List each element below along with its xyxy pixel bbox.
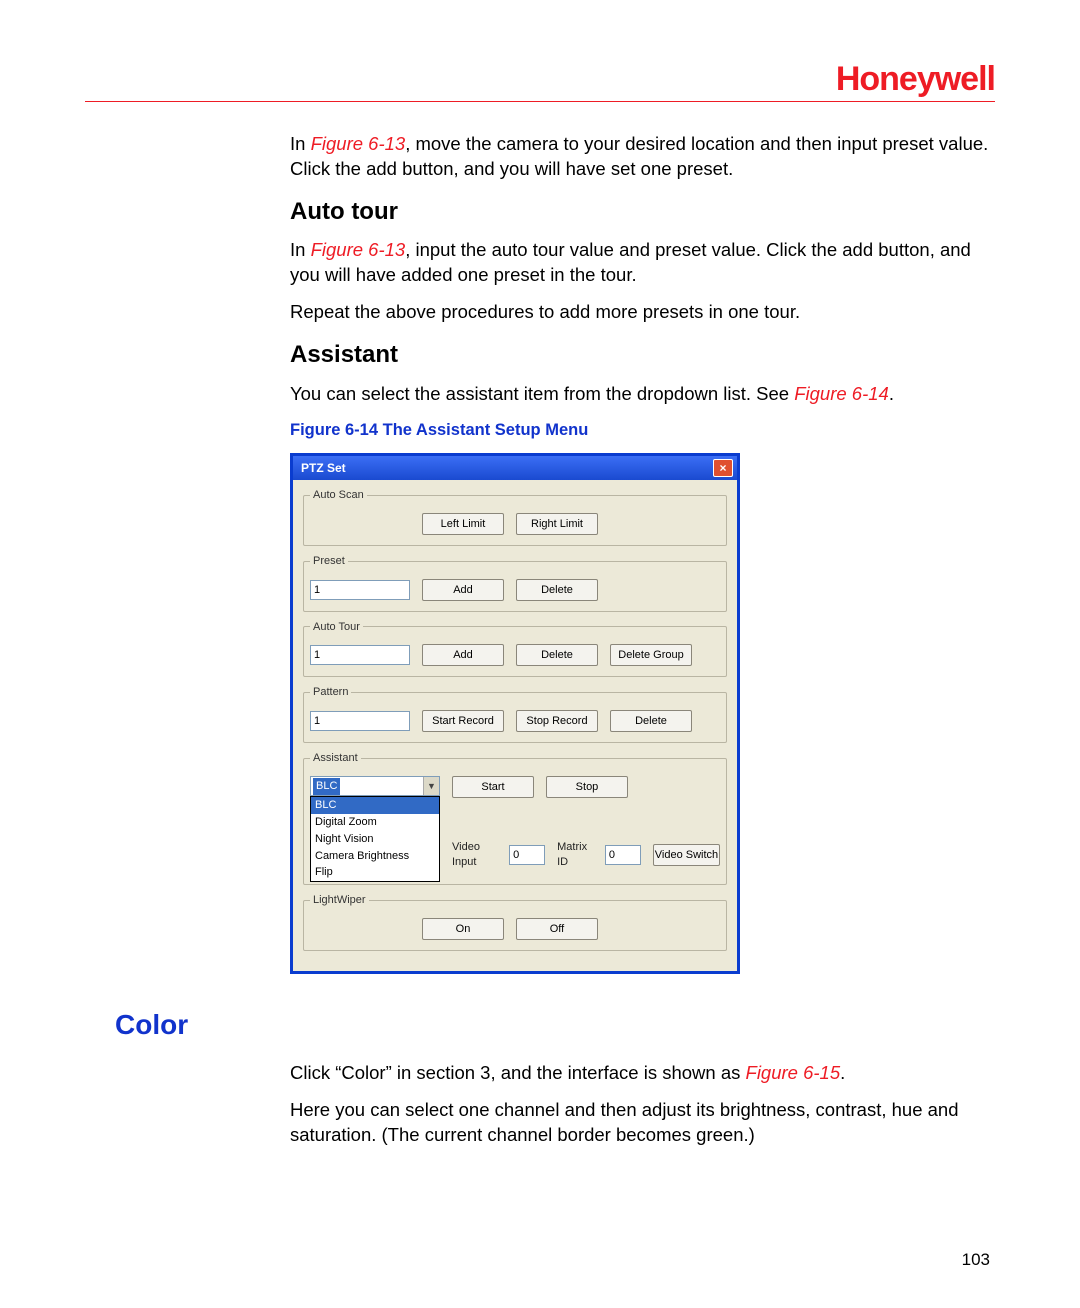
legend-auto-scan: Auto Scan	[310, 488, 367, 503]
autotour-add-button[interactable]: Add	[422, 644, 504, 666]
text: You can select the assistant item from t…	[290, 383, 794, 404]
assistant-start-button[interactable]: Start	[452, 776, 534, 798]
brand-logo: Honeywell	[836, 60, 995, 99]
close-icon: ×	[719, 460, 726, 476]
text: .	[889, 383, 894, 404]
page-header: Honeywell	[85, 60, 995, 102]
autotour-delete-group-button[interactable]: Delete Group	[610, 644, 692, 666]
lightwiper-on-button[interactable]: On	[422, 918, 504, 940]
figure-ref: Figure 6-15	[746, 1062, 841, 1083]
start-record-button[interactable]: Start Record	[422, 710, 504, 732]
group-assistant: Assistant BLC ▼ BLC Digital Zoom Night V…	[303, 751, 727, 885]
assistant-dropdown-list[interactable]: BLC Digital Zoom Night Vision Camera Bri…	[310, 796, 440, 882]
text: In	[290, 239, 311, 260]
pattern-delete-button[interactable]: Delete	[610, 710, 692, 732]
assistant-option-blc[interactable]: BLC	[311, 797, 439, 814]
stop-record-button[interactable]: Stop Record	[516, 710, 598, 732]
legend-pattern: Pattern	[310, 685, 351, 700]
legend-assistant: Assistant	[310, 751, 361, 766]
text: In	[290, 133, 311, 154]
figure-ref: Figure 6-13	[311, 133, 406, 154]
preset-delete-button[interactable]: Delete	[516, 579, 598, 601]
video-input-field[interactable]	[509, 845, 545, 865]
dialog-titlebar[interactable]: PTZ Set ×	[293, 456, 737, 480]
figure-ref: Figure 6-13	[311, 239, 406, 260]
chevron-down-icon: ▼	[423, 777, 439, 795]
group-preset: Preset Add Delete	[303, 554, 727, 612]
page-number: 103	[962, 1250, 990, 1270]
color-p1: Click “Color” in section 3, and the inte…	[290, 1061, 995, 1086]
assistant-option-camera-brightness[interactable]: Camera Brightness	[311, 848, 439, 865]
group-auto-scan: Auto Scan Left Limit Right Limit	[303, 488, 727, 546]
close-button[interactable]: ×	[713, 459, 733, 477]
group-auto-tour: Auto Tour Add Delete Delete Group	[303, 620, 727, 678]
autotour-delete-button[interactable]: Delete	[516, 644, 598, 666]
legend-auto-tour: Auto Tour	[310, 620, 363, 635]
dialog-body: Auto Scan Left Limit Right Limit Preset …	[293, 480, 737, 971]
color-p2: Here you can select one channel and then…	[290, 1098, 995, 1148]
figure-caption: Figure 6-14 The Assistant Setup Menu	[290, 419, 995, 441]
legend-preset: Preset	[310, 554, 348, 569]
video-input-label: Video Input	[452, 840, 497, 870]
ptz-set-dialog: PTZ Set × Auto Scan Left Limit Right Lim…	[290, 453, 740, 974]
preset-input[interactable]	[310, 580, 410, 600]
pattern-input[interactable]	[310, 711, 410, 731]
lightwiper-off-button[interactable]: Off	[516, 918, 598, 940]
video-switch-button[interactable]: Video Switch	[653, 844, 720, 866]
text: Click “Color” in section 3, and the inte…	[290, 1062, 746, 1083]
body-content: In Figure 6-13, move the camera to your …	[85, 132, 995, 1148]
assistant-selected: BLC	[313, 778, 340, 795]
assistant-option-flip[interactable]: Flip	[311, 864, 439, 881]
heading-auto-tour: Auto tour	[290, 196, 995, 228]
assistant-option-digital-zoom[interactable]: Digital Zoom	[311, 814, 439, 831]
autotour-input[interactable]	[310, 645, 410, 665]
heading-assistant: Assistant	[290, 339, 995, 371]
intro-para: In Figure 6-13, move the camera to your …	[290, 132, 995, 182]
group-lightwiper: LightWiper On Off	[303, 893, 727, 951]
preset-add-button[interactable]: Add	[422, 579, 504, 601]
assistant-option-night-vision[interactable]: Night Vision	[311, 831, 439, 848]
text: .	[840, 1062, 845, 1083]
legend-lightwiper: LightWiper	[310, 893, 369, 908]
matrix-id-label: Matrix ID	[557, 840, 593, 870]
figure-ref: Figure 6-14	[794, 383, 889, 404]
assistant-p1: You can select the assistant item from t…	[290, 382, 995, 407]
assistant-stop-button[interactable]: Stop	[546, 776, 628, 798]
matrix-id-field[interactable]	[605, 845, 641, 865]
left-limit-button[interactable]: Left Limit	[422, 513, 504, 535]
dialog-title: PTZ Set	[301, 460, 346, 476]
autotour-p2: Repeat the above procedures to add more …	[290, 300, 995, 325]
right-limit-button[interactable]: Right Limit	[516, 513, 598, 535]
assistant-dropdown[interactable]: BLC ▼	[310, 776, 440, 796]
heading-color: Color	[85, 1006, 995, 1044]
autotour-p1: In Figure 6-13, input the auto tour valu…	[290, 238, 995, 288]
group-pattern: Pattern Start Record Stop Record Delete	[303, 685, 727, 743]
